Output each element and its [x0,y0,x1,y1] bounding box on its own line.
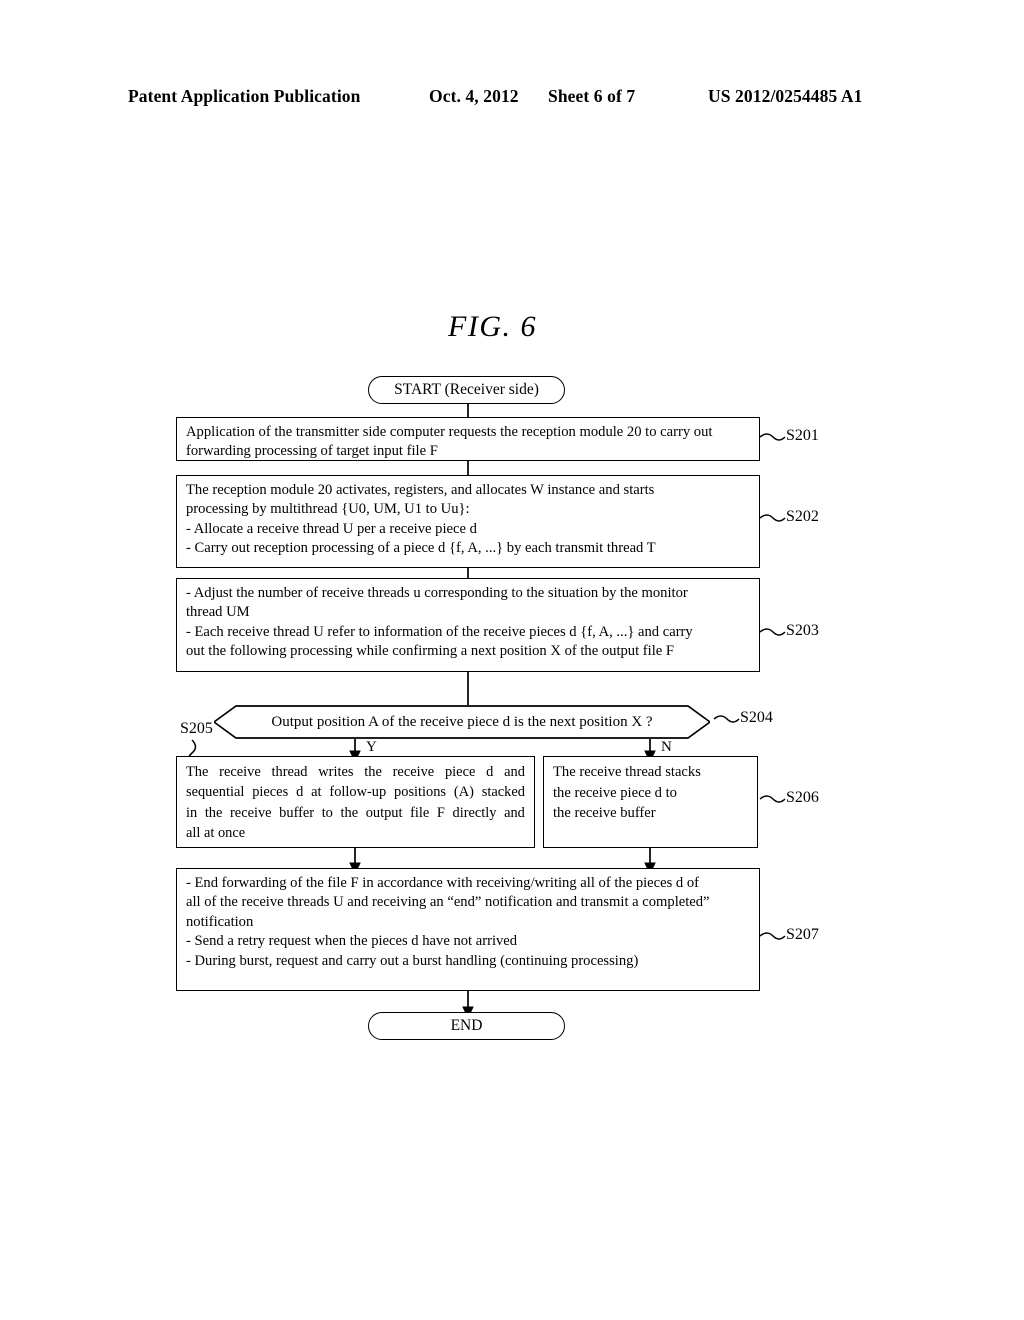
branch-label-yes: Y [366,739,377,755]
s201-line-0: Application of the transmitter side comp… [186,424,713,440]
s206-line-2: the receive buffer [553,805,656,822]
step-box-s206: The receive thread stacks the receive pi… [543,756,758,848]
s204-label: Output position A of the receive piece d… [271,713,653,730]
end-label: END [450,1017,483,1034]
step-box-s207: - End forwarding of the file F in accord… [176,868,760,991]
s202-line-1: processing by multithread {U0, UM, U1 to… [186,501,470,518]
s202-line-3: - Carry out reception processing of a pi… [186,540,656,557]
s205-line-0: The receive thread writes the receive piece d an… [186,764,525,780]
s202-line-0: The reception module 20 activates, regis… [186,482,655,498]
s207-line-1: all of the receive threads U and receivi… [186,894,710,911]
step-box-s201: Application of the transmitter side comp… [176,417,760,461]
step-label-s205: S205 [180,720,213,737]
start-label: START (Receiver side) [394,381,539,398]
s205-line-3: all at once [186,825,246,842]
s207-line-3: - Send a retry request when the pieces d… [186,933,518,950]
step-label-s201: S201 [786,427,819,444]
s207-line-2: notification [186,913,254,930]
step-label-s207: S207 [786,926,819,943]
s203-line-0: - Adjust the number of receive threads u… [186,585,688,601]
step-label-s203: S203 [786,622,819,639]
s206-line-0: The receive thread stacks [553,764,701,780]
step-label-s206: S206 [786,789,819,806]
step-label-s204: S204 [740,709,773,726]
s203-line-1: thread UM [186,604,250,621]
s207-line-0: - End forwarding of the file F in accord… [186,875,700,891]
decision-hexagon-s204: Output position A of the receive piece d… [214,705,710,739]
s201-line-1: forwarding processing of target input fi… [186,443,438,460]
s203-line-3: out the following processing while confi… [186,643,675,660]
step-box-s202: The reception module 20 activates, regis… [176,475,760,568]
start-terminator: START (Receiver side) [368,376,565,404]
end-terminator: END [368,1012,565,1040]
step-box-s203: - Adjust the number of receive threads u… [176,578,760,672]
s205-line-1: sequential pieces d at follow-up positions (A)… [186,784,525,801]
branch-label-no: N [661,739,672,755]
step-box-s205: The receive thread writes the receive piece d an… [176,756,535,848]
step-label-s202: S202 [786,508,819,525]
s202-line-2: - Allocate a receive thread U per a rece… [186,520,477,537]
s205-line-2: in the receive buffer to the output file Fdirect… [186,804,525,821]
s207-line-4: - During burst, request and carry out a … [186,952,639,969]
s206-line-1: the receive piece d to [553,784,677,801]
s203-line-2: - Each receive thread U refer to informa… [186,623,693,640]
